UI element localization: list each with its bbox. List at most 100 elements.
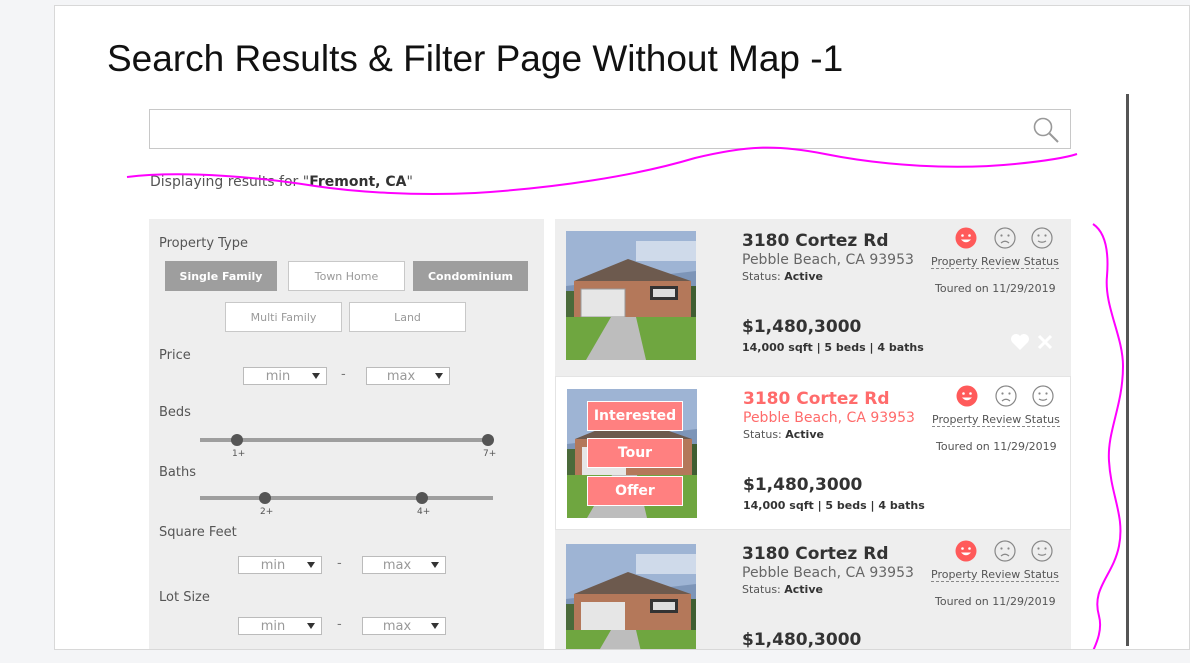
status-label: Status: bbox=[743, 428, 786, 441]
beds-slider-track[interactable] bbox=[200, 438, 493, 442]
close-icon[interactable] bbox=[1036, 333, 1054, 351]
listing-specs: 14,000 sqft | 5 beds | 4 baths bbox=[743, 499, 925, 512]
lot-separator: - bbox=[337, 617, 342, 632]
chevron-down-icon bbox=[307, 562, 315, 568]
review-faces bbox=[956, 385, 1060, 411]
listing-price: $1,480,3000 bbox=[742, 630, 862, 650]
status-value: Active bbox=[784, 583, 823, 596]
price-min-select[interactable]: min bbox=[243, 367, 327, 385]
baths-slider-track[interactable] bbox=[200, 496, 493, 500]
property-type-single-family[interactable]: Single Family bbox=[165, 261, 277, 291]
property-type-land[interactable]: Land bbox=[349, 302, 466, 332]
listing-actions bbox=[1010, 331, 1060, 353]
sad-face-icon[interactable] bbox=[994, 540, 1016, 562]
neutral-face-icon[interactable] bbox=[1032, 385, 1054, 407]
property-photo[interactable] bbox=[566, 544, 696, 649]
property-review-status-link[interactable]: Property Review Status bbox=[931, 255, 1059, 269]
status-label: Status: bbox=[742, 270, 785, 283]
lot-max-value: max bbox=[382, 618, 412, 634]
sqft-max-select[interactable]: max bbox=[362, 556, 446, 574]
baths-slider-max-handle[interactable] bbox=[416, 492, 428, 504]
offer-button[interactable]: Offer bbox=[587, 476, 683, 506]
property-type-label: Property Type bbox=[159, 236, 249, 251]
wireframe-canvas: Search Results & Filter Page Without Map… bbox=[54, 5, 1190, 650]
price-max-value: max bbox=[386, 368, 416, 384]
sqft-max-value: max bbox=[382, 557, 412, 573]
listing-city: Pebble Beach, CA 93953 bbox=[743, 410, 915, 426]
listing-city: Pebble Beach, CA 93953 bbox=[742, 565, 914, 581]
heart-icon[interactable] bbox=[1010, 333, 1030, 351]
search-icon[interactable] bbox=[1032, 116, 1060, 144]
lot-min-select[interactable]: min bbox=[238, 617, 322, 635]
status-value: Active bbox=[784, 270, 823, 283]
baths-slider-min-handle[interactable] bbox=[259, 492, 271, 504]
status-label: Status: bbox=[742, 583, 785, 596]
baths-min-value: 2+ bbox=[260, 507, 274, 517]
sqft-min-value: min bbox=[260, 557, 286, 573]
happy-face-icon[interactable] bbox=[956, 385, 978, 407]
sad-face-icon[interactable] bbox=[995, 385, 1017, 407]
property-review-status-link[interactable]: Property Review Status bbox=[932, 413, 1060, 427]
happy-face-icon[interactable] bbox=[955, 540, 977, 562]
chevron-down-icon bbox=[435, 373, 443, 379]
review-faces bbox=[955, 540, 1059, 566]
review-faces bbox=[955, 227, 1059, 253]
chevron-down-icon bbox=[312, 373, 320, 379]
listing-address[interactable]: 3180 Cortez Rd bbox=[742, 544, 889, 564]
property-type-town-home[interactable]: Town Home bbox=[288, 261, 405, 291]
toured-date: Toured on 11/29/2019 bbox=[936, 440, 1057, 453]
sad-face-icon[interactable] bbox=[994, 227, 1016, 249]
listing-card[interactable]: Interested Tour Offer 3180 Cortez Rd Peb… bbox=[555, 376, 1071, 530]
listing-results: 3180 Cortez Rd Pebble Beach, CA 93953 St… bbox=[555, 219, 1071, 650]
search-input[interactable] bbox=[150, 110, 1030, 148]
results-suffix: " bbox=[406, 174, 413, 190]
listing-card[interactable]: 3180 Cortez Rd Pebble Beach, CA 93953 St… bbox=[555, 219, 1071, 373]
neutral-face-icon[interactable] bbox=[1031, 227, 1053, 249]
search-bar[interactable] bbox=[149, 109, 1071, 149]
beds-max-value: 7+ bbox=[483, 449, 497, 459]
price-min-value: min bbox=[265, 368, 291, 384]
square-feet-label: Square Feet bbox=[159, 525, 237, 540]
property-review-status-link[interactable]: Property Review Status bbox=[931, 568, 1059, 582]
scroll-divider bbox=[1126, 94, 1129, 646]
toured-date: Toured on 11/29/2019 bbox=[935, 282, 1056, 295]
listing-address[interactable]: 3180 Cortez Rd bbox=[742, 231, 889, 251]
lot-min-value: min bbox=[260, 618, 286, 634]
sqft-separator: - bbox=[337, 556, 342, 571]
listing-price: $1,480,3000 bbox=[743, 475, 863, 495]
happy-face-icon[interactable] bbox=[955, 227, 977, 249]
filter-panel: Property Type Single Family Town Home Co… bbox=[149, 219, 544, 649]
tour-button[interactable]: Tour bbox=[587, 438, 683, 468]
sqft-min-select[interactable]: min bbox=[238, 556, 322, 574]
listing-status: Status: Active bbox=[742, 583, 823, 596]
price-separator: - bbox=[341, 367, 346, 382]
beds-label: Beds bbox=[159, 405, 191, 420]
listing-status: Status: Active bbox=[742, 270, 823, 283]
results-summary: Displaying results for "Fremont, CA" bbox=[150, 174, 413, 190]
interested-button[interactable]: Interested bbox=[587, 401, 683, 431]
price-max-select[interactable]: max bbox=[366, 367, 450, 385]
beds-min-value: 1+ bbox=[232, 449, 246, 459]
neutral-face-icon[interactable] bbox=[1031, 540, 1053, 562]
listing-specs: 14,000 sqft | 5 beds | 4 baths bbox=[742, 341, 924, 354]
beds-slider-min-handle[interactable] bbox=[231, 434, 243, 446]
listing-price: $1,480,3000 bbox=[742, 317, 862, 337]
baths-max-value: 4+ bbox=[417, 507, 431, 517]
beds-slider-max-handle[interactable] bbox=[482, 434, 494, 446]
property-photo[interactable] bbox=[566, 231, 696, 360]
lot-max-select[interactable]: max bbox=[362, 617, 446, 635]
chevron-down-icon bbox=[431, 562, 439, 568]
chevron-down-icon bbox=[431, 623, 439, 629]
toured-date: Toured on 11/29/2019 bbox=[935, 595, 1056, 608]
property-type-condominium[interactable]: Condominium bbox=[413, 261, 528, 291]
lot-size-label: Lot Size bbox=[159, 590, 210, 605]
listing-card[interactable]: 3180 Cortez Rd Pebble Beach, CA 93953 St… bbox=[555, 532, 1071, 650]
property-type-multi-family[interactable]: Multi Family bbox=[225, 302, 342, 332]
results-location: Fremont, CA bbox=[309, 174, 407, 190]
chevron-down-icon bbox=[307, 623, 315, 629]
baths-label: Baths bbox=[159, 465, 196, 480]
price-label: Price bbox=[159, 348, 191, 363]
listing-address[interactable]: 3180 Cortez Rd bbox=[743, 389, 890, 409]
results-prefix: Displaying results for " bbox=[150, 174, 310, 190]
listing-city: Pebble Beach, CA 93953 bbox=[742, 252, 914, 268]
